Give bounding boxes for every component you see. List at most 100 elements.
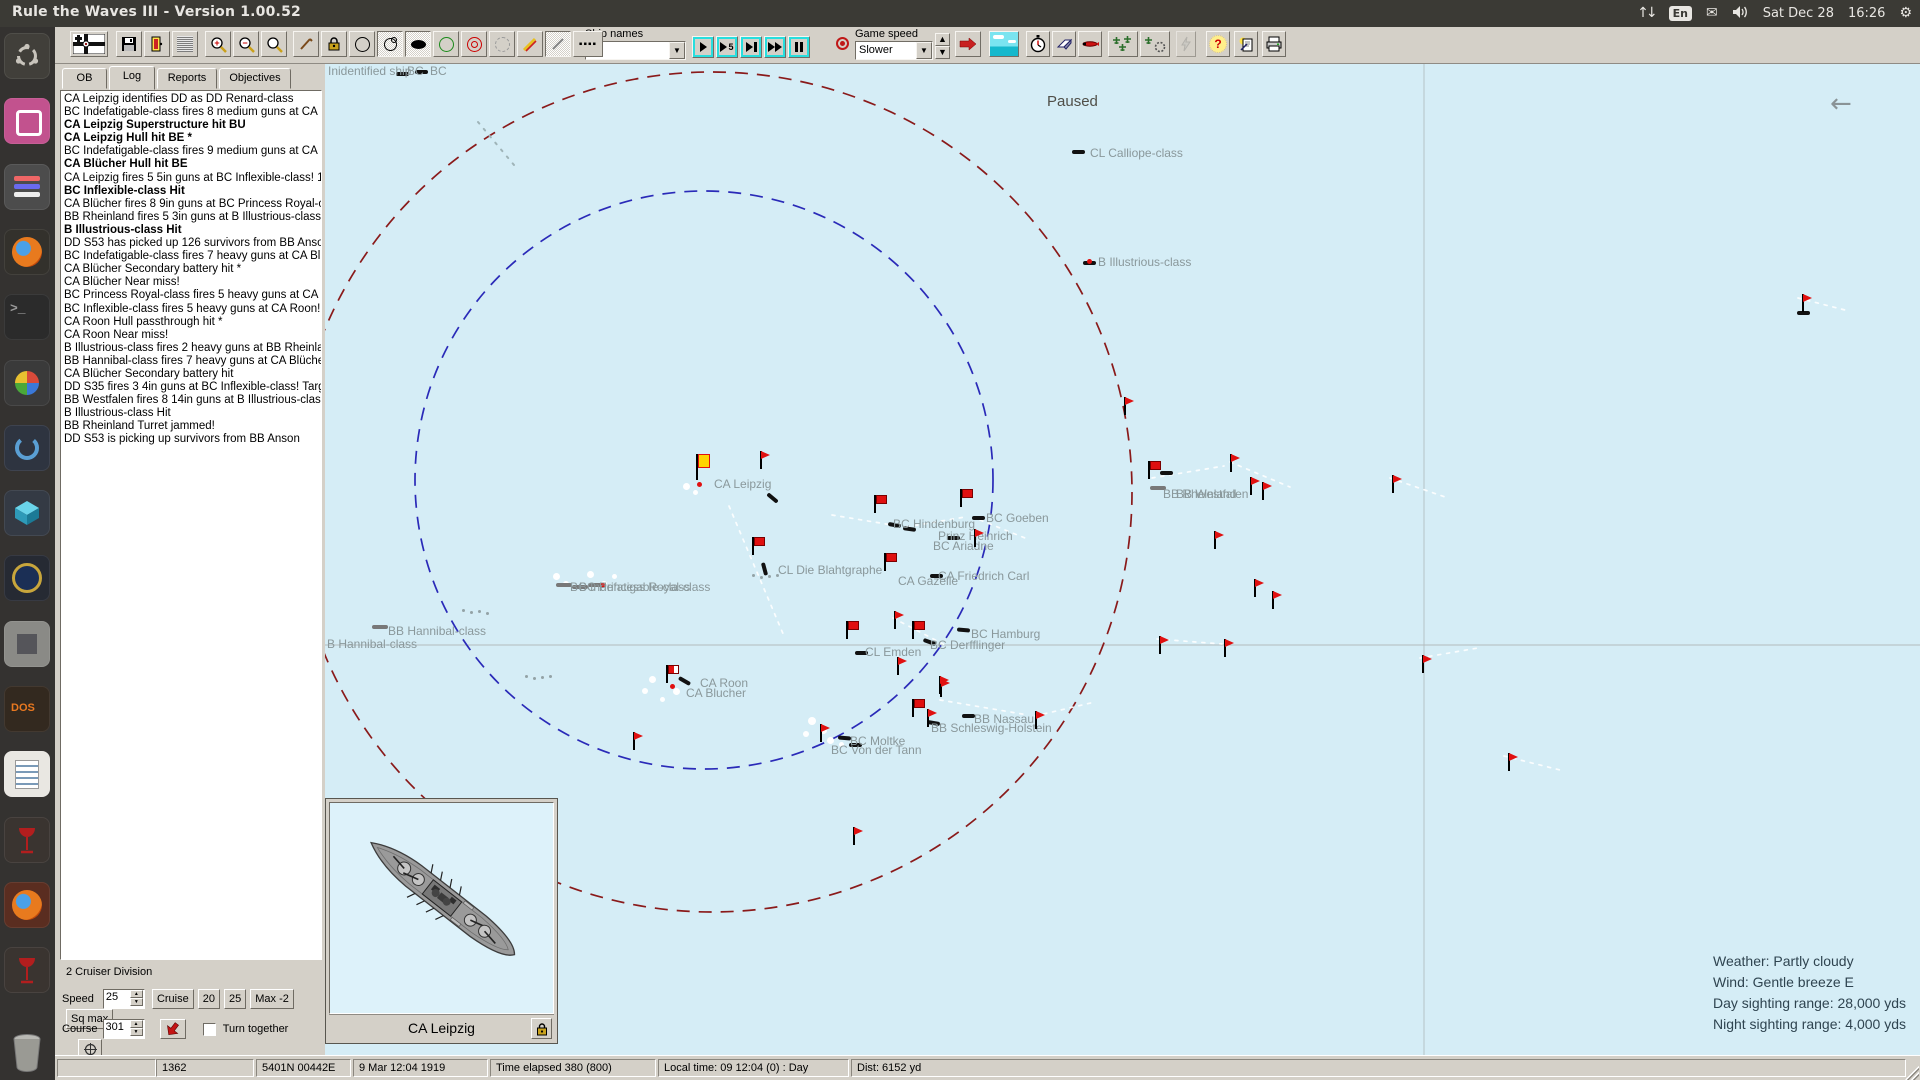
ship-pennant-marker[interactable] bbox=[849, 827, 862, 847]
stopwatch-button[interactable] bbox=[1026, 31, 1050, 57]
play-5-button[interactable]: 5 bbox=[716, 36, 738, 58]
course-spin-buttons[interactable]: ▲▼ bbox=[130, 1020, 143, 1037]
division-flag-marker[interactable] bbox=[912, 621, 926, 640]
tab-objectives[interactable]: Objectives bbox=[219, 68, 291, 89]
ship-pennant-marker[interactable] bbox=[970, 529, 983, 549]
lightning-button[interactable] bbox=[1176, 31, 1196, 57]
tab-ob[interactable]: OB bbox=[62, 68, 107, 89]
network-arrows-icon[interactable]: ↑↓ bbox=[1637, 0, 1654, 27]
dock-settings-app-icon[interactable] bbox=[4, 164, 50, 210]
circle-small-button[interactable] bbox=[377, 31, 403, 57]
zoom-out-button[interactable]: − bbox=[233, 31, 259, 57]
ship-pennant-marker[interactable] bbox=[1504, 753, 1517, 773]
speed-preset-cruise-button[interactable]: Cruise bbox=[152, 989, 194, 1009]
speed-spinbox[interactable]: ▲▼ bbox=[103, 989, 145, 1009]
circle-outline-button[interactable] bbox=[349, 31, 375, 57]
ship-viewer[interactable] bbox=[329, 802, 554, 1014]
map-eraser-button[interactable] bbox=[1052, 31, 1076, 57]
chevron-down-icon[interactable]: ▼ bbox=[669, 42, 685, 59]
torpedo-button[interactable] bbox=[1078, 31, 1102, 57]
division-flag-marker[interactable] bbox=[1148, 461, 1162, 480]
printer-button[interactable] bbox=[1262, 31, 1286, 57]
keyboard-layout-indicator[interactable]: En bbox=[1669, 6, 1692, 21]
play-fast-button[interactable] bbox=[764, 36, 786, 58]
dock-firefox-icon[interactable] bbox=[4, 229, 50, 275]
dock-grey-app-icon[interactable] bbox=[4, 621, 50, 667]
division-flag-marker[interactable] bbox=[884, 553, 898, 572]
play-button[interactable] bbox=[692, 36, 714, 58]
ship-pennant-marker[interactable] bbox=[1798, 294, 1811, 314]
course-spinbox[interactable]: ▲▼ bbox=[103, 1019, 145, 1039]
ship-pennant-marker[interactable] bbox=[923, 709, 936, 729]
pause-button[interactable] bbox=[788, 36, 810, 58]
german-ensign-button[interactable] bbox=[70, 31, 108, 57]
gear-icon[interactable]: ⚙ bbox=[1899, 0, 1912, 27]
battle-log-list[interactable]: CA Leipzig identifies DD as DD Renard-cl… bbox=[60, 90, 322, 960]
lock-button[interactable] bbox=[321, 31, 347, 57]
dock-firefox-alt-icon[interactable] bbox=[4, 882, 50, 928]
dock-virtualbox-icon[interactable] bbox=[4, 490, 50, 536]
aircraft-button[interactable] bbox=[1108, 31, 1138, 57]
grey-pencil-button[interactable] bbox=[545, 31, 571, 57]
dock-wine-icon[interactable] bbox=[4, 817, 50, 863]
help-button[interactable]: ? bbox=[1206, 31, 1230, 57]
ship-pennant-marker[interactable] bbox=[1226, 454, 1239, 474]
dock-pinwheel-app-icon[interactable] bbox=[4, 360, 50, 406]
volume-icon[interactable] bbox=[1732, 4, 1749, 23]
splash-line-button[interactable] bbox=[517, 31, 543, 57]
mail-icon[interactable]: ✉ bbox=[1706, 0, 1718, 27]
division-flag-marker[interactable] bbox=[874, 495, 888, 514]
speed-preset-25-button[interactable]: 25 bbox=[224, 989, 246, 1009]
dock-trash-icon[interactable] bbox=[8, 1030, 48, 1074]
dither-grid-button[interactable] bbox=[172, 31, 198, 57]
ship-pennant-marker[interactable] bbox=[756, 451, 769, 471]
back-arrow-icon[interactable]: ← bbox=[1830, 89, 1852, 119]
division-flag-marker[interactable] bbox=[846, 621, 860, 640]
turn-together-checkbox[interactable] bbox=[203, 1023, 216, 1036]
ship-hull[interactable] bbox=[1072, 150, 1085, 154]
ship-pennant-marker[interactable] bbox=[1031, 711, 1044, 731]
speed-input[interactable] bbox=[106, 991, 128, 1003]
speed-preset-max-2-button[interactable]: Max -2 bbox=[250, 989, 294, 1009]
dock-pink-app-icon[interactable] bbox=[4, 98, 50, 144]
dock-keyring-icon[interactable] bbox=[4, 555, 50, 601]
tab-log[interactable]: Log bbox=[109, 66, 155, 90]
ship-pennant-marker[interactable] bbox=[1220, 639, 1233, 659]
tab-reports[interactable]: Reports bbox=[157, 68, 217, 89]
set-course-button[interactable] bbox=[160, 1019, 186, 1039]
exit-door-button[interactable] bbox=[144, 31, 170, 57]
report-pad-button[interactable] bbox=[1234, 31, 1258, 57]
course-input[interactable] bbox=[106, 1021, 128, 1033]
speed-preset-20-button[interactable]: 20 bbox=[198, 989, 220, 1009]
dock-terminal-icon[interactable]: >_ bbox=[4, 294, 50, 340]
game-speed-dropdown[interactable]: Slower ▼ bbox=[855, 41, 933, 60]
ship-pennant-marker[interactable] bbox=[1258, 482, 1271, 502]
ship-pennant-marker[interactable] bbox=[1210, 531, 1223, 551]
weather-button[interactable] bbox=[989, 31, 1019, 57]
damaged-ship-flag-marker[interactable] bbox=[666, 665, 680, 684]
ellipsis-button[interactable]: ▪▪▪▪ bbox=[573, 31, 603, 57]
selected-ship-flag-marker[interactable] bbox=[696, 454, 710, 473]
resize-grip[interactable] bbox=[1905, 1066, 1919, 1080]
ship-pennant-marker[interactable] bbox=[629, 732, 642, 752]
ship-pennant-marker[interactable] bbox=[935, 676, 948, 696]
lock-view-button[interactable] bbox=[531, 1018, 552, 1039]
speed-spin-buttons[interactable]: ▲▼ bbox=[130, 990, 143, 1007]
dock-wine-alt-icon[interactable] bbox=[4, 947, 50, 993]
division-flag-marker[interactable] bbox=[752, 537, 766, 556]
ship-pennant-marker[interactable] bbox=[1250, 579, 1263, 599]
ship-pennant-marker[interactable] bbox=[1418, 655, 1431, 675]
chevron-down-icon[interactable]: ▼ bbox=[916, 42, 932, 59]
tray-date[interactable]: Sat Dec 28 bbox=[1763, 6, 1834, 21]
periscope-button[interactable] bbox=[293, 31, 319, 57]
red-target-button[interactable] bbox=[461, 31, 487, 57]
dock-text-editor-icon[interactable] bbox=[4, 751, 50, 797]
save-floppy-button[interactable] bbox=[116, 31, 142, 57]
dock-blue-swirl-app-icon[interactable] bbox=[4, 425, 50, 471]
dock-ubuntu-launcher-icon[interactable] bbox=[4, 33, 50, 79]
ship-pennant-marker[interactable] bbox=[1120, 397, 1133, 417]
play-step-button[interactable] bbox=[740, 36, 762, 58]
filled-oval-button[interactable] bbox=[405, 31, 431, 57]
aircraft-gear-button[interactable] bbox=[1140, 31, 1170, 57]
grey-dashed-circle-button[interactable] bbox=[489, 31, 515, 57]
